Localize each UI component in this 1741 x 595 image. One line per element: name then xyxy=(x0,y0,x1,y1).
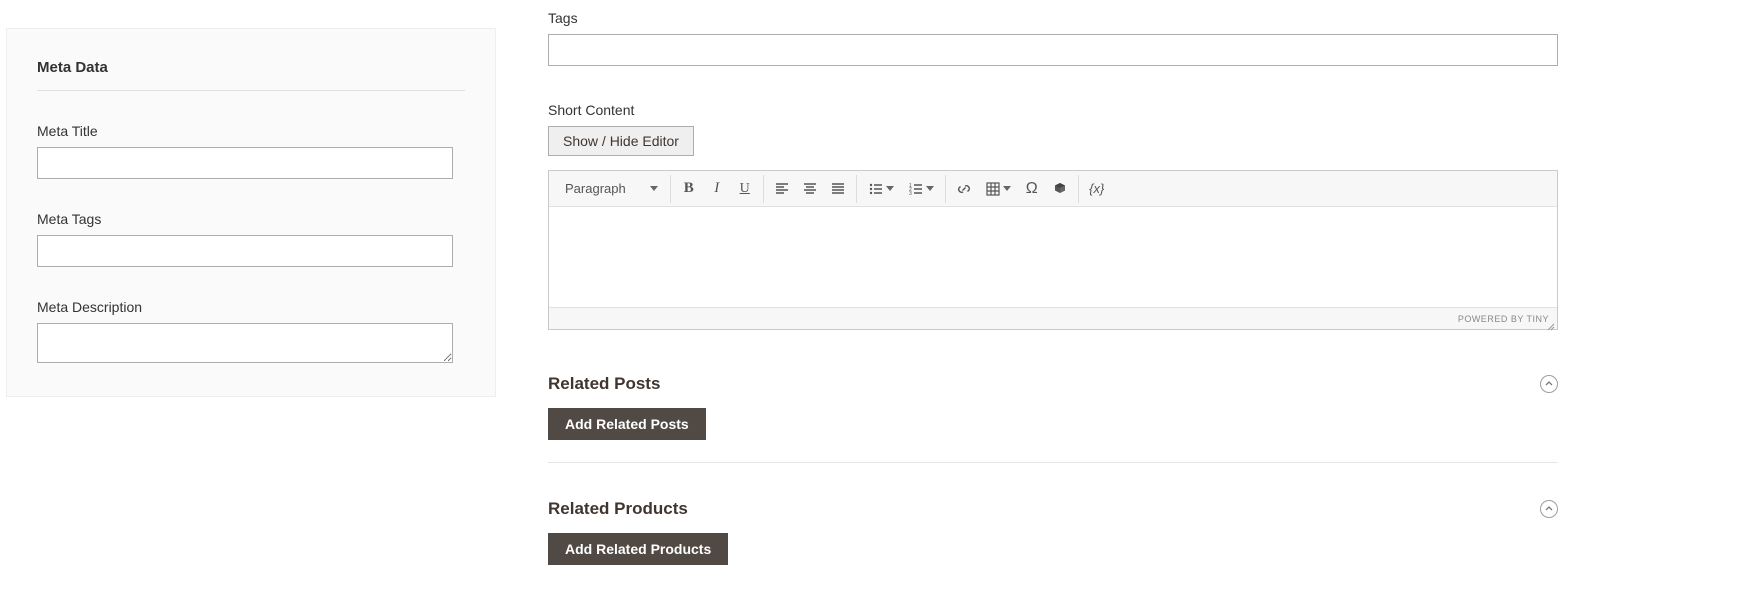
meta-description-field: Meta Description xyxy=(37,299,465,366)
editor-statusbar: POWERED BY TINY xyxy=(549,307,1557,329)
meta-data-title: Meta Data xyxy=(37,59,465,91)
editor-toolbar: Paragraph B I U xyxy=(549,171,1557,207)
paragraph-select[interactable]: Paragraph xyxy=(557,181,666,196)
alignment-group xyxy=(764,175,857,203)
table-button[interactable] xyxy=(978,176,1018,202)
underline-button[interactable]: U xyxy=(731,176,759,202)
bullet-list-button[interactable] xyxy=(861,176,901,202)
italic-icon: I xyxy=(714,180,719,197)
editor-content-area[interactable] xyxy=(549,207,1557,307)
align-left-button[interactable] xyxy=(768,176,796,202)
paragraph-select-label: Paragraph xyxy=(565,181,626,196)
number-list-button[interactable]: 123 xyxy=(901,176,941,202)
bullet-list-icon xyxy=(868,181,884,197)
italic-button[interactable]: I xyxy=(703,176,731,202)
meta-tags-field: Meta Tags xyxy=(37,211,465,267)
format-select-group: Paragraph xyxy=(553,175,671,203)
widget-button[interactable] xyxy=(1046,176,1074,202)
meta-data-panel: Meta Data Meta Title Meta Tags Meta Desc… xyxy=(6,28,496,397)
related-products-header: Related Products xyxy=(548,499,1558,519)
chevron-down-icon xyxy=(886,186,894,191)
add-related-posts-button[interactable]: Add Related Posts xyxy=(548,408,706,440)
insert-group: Ω xyxy=(946,175,1079,203)
tags-field: Tags xyxy=(548,10,1558,66)
list-group: 123 xyxy=(857,175,946,203)
bold-button[interactable]: B xyxy=(675,176,703,202)
wysiwyg-editor: Paragraph B I U xyxy=(548,170,1558,330)
related-posts-collapse-toggle[interactable] xyxy=(1540,375,1558,393)
meta-description-input[interactable] xyxy=(37,323,453,363)
align-left-icon xyxy=(774,181,790,197)
text-style-group: B I U xyxy=(671,175,764,203)
meta-title-label: Meta Title xyxy=(37,123,465,139)
short-content-field: Short Content Show / Hide Editor Paragra… xyxy=(548,102,1558,330)
related-posts-title: Related Posts xyxy=(548,374,660,394)
align-justify-icon xyxy=(830,181,846,197)
add-related-products-button[interactable]: Add Related Products xyxy=(548,533,728,565)
related-products-actions: Add Related Products xyxy=(548,533,1558,565)
short-content-label: Short Content xyxy=(548,102,1558,118)
meta-title-input[interactable] xyxy=(37,147,453,179)
underline-icon: U xyxy=(740,181,750,197)
tags-label: Tags xyxy=(548,10,1558,26)
section-divider xyxy=(548,462,1558,463)
align-center-icon xyxy=(802,181,818,197)
chevron-down-icon xyxy=(1003,186,1011,191)
related-posts-header: Related Posts xyxy=(548,374,1558,394)
toggle-editor-button[interactable]: Show / Hide Editor xyxy=(548,126,694,156)
right-column: Tags Short Content Show / Hide Editor Pa… xyxy=(548,10,1558,565)
link-button[interactable] xyxy=(950,176,978,202)
special-char-button[interactable]: Ω xyxy=(1018,176,1046,202)
align-justify-button[interactable] xyxy=(824,176,852,202)
table-icon xyxy=(985,181,1001,197)
variable-group: {x} xyxy=(1079,175,1115,203)
omega-icon: Ω xyxy=(1026,180,1038,198)
related-posts-actions: Add Related Posts xyxy=(548,408,1558,440)
align-center-button[interactable] xyxy=(796,176,824,202)
tags-input[interactable] xyxy=(548,34,1558,66)
chevron-down-icon xyxy=(650,186,658,191)
powered-by-label: POWERED BY TINY xyxy=(1458,314,1549,324)
meta-title-field: Meta Title xyxy=(37,123,465,179)
bold-icon: B xyxy=(684,180,694,197)
meta-tags-input[interactable] xyxy=(37,235,453,267)
resize-handle[interactable] xyxy=(1547,319,1555,327)
variable-icon: {x} xyxy=(1089,181,1104,196)
meta-description-label: Meta Description xyxy=(37,299,465,315)
related-products-title: Related Products xyxy=(548,499,688,519)
cube-icon xyxy=(1052,181,1068,197)
number-list-icon: 123 xyxy=(908,181,924,197)
variable-button[interactable]: {x} xyxy=(1083,176,1111,202)
chevron-down-icon xyxy=(926,186,934,191)
link-icon xyxy=(956,181,972,197)
chevron-up-icon xyxy=(1545,380,1553,388)
related-products-collapse-toggle[interactable] xyxy=(1540,500,1558,518)
meta-tags-label: Meta Tags xyxy=(37,211,465,227)
chevron-up-icon xyxy=(1545,505,1553,513)
svg-text:3: 3 xyxy=(909,191,912,197)
resize-grip-icon xyxy=(1547,323,1555,331)
